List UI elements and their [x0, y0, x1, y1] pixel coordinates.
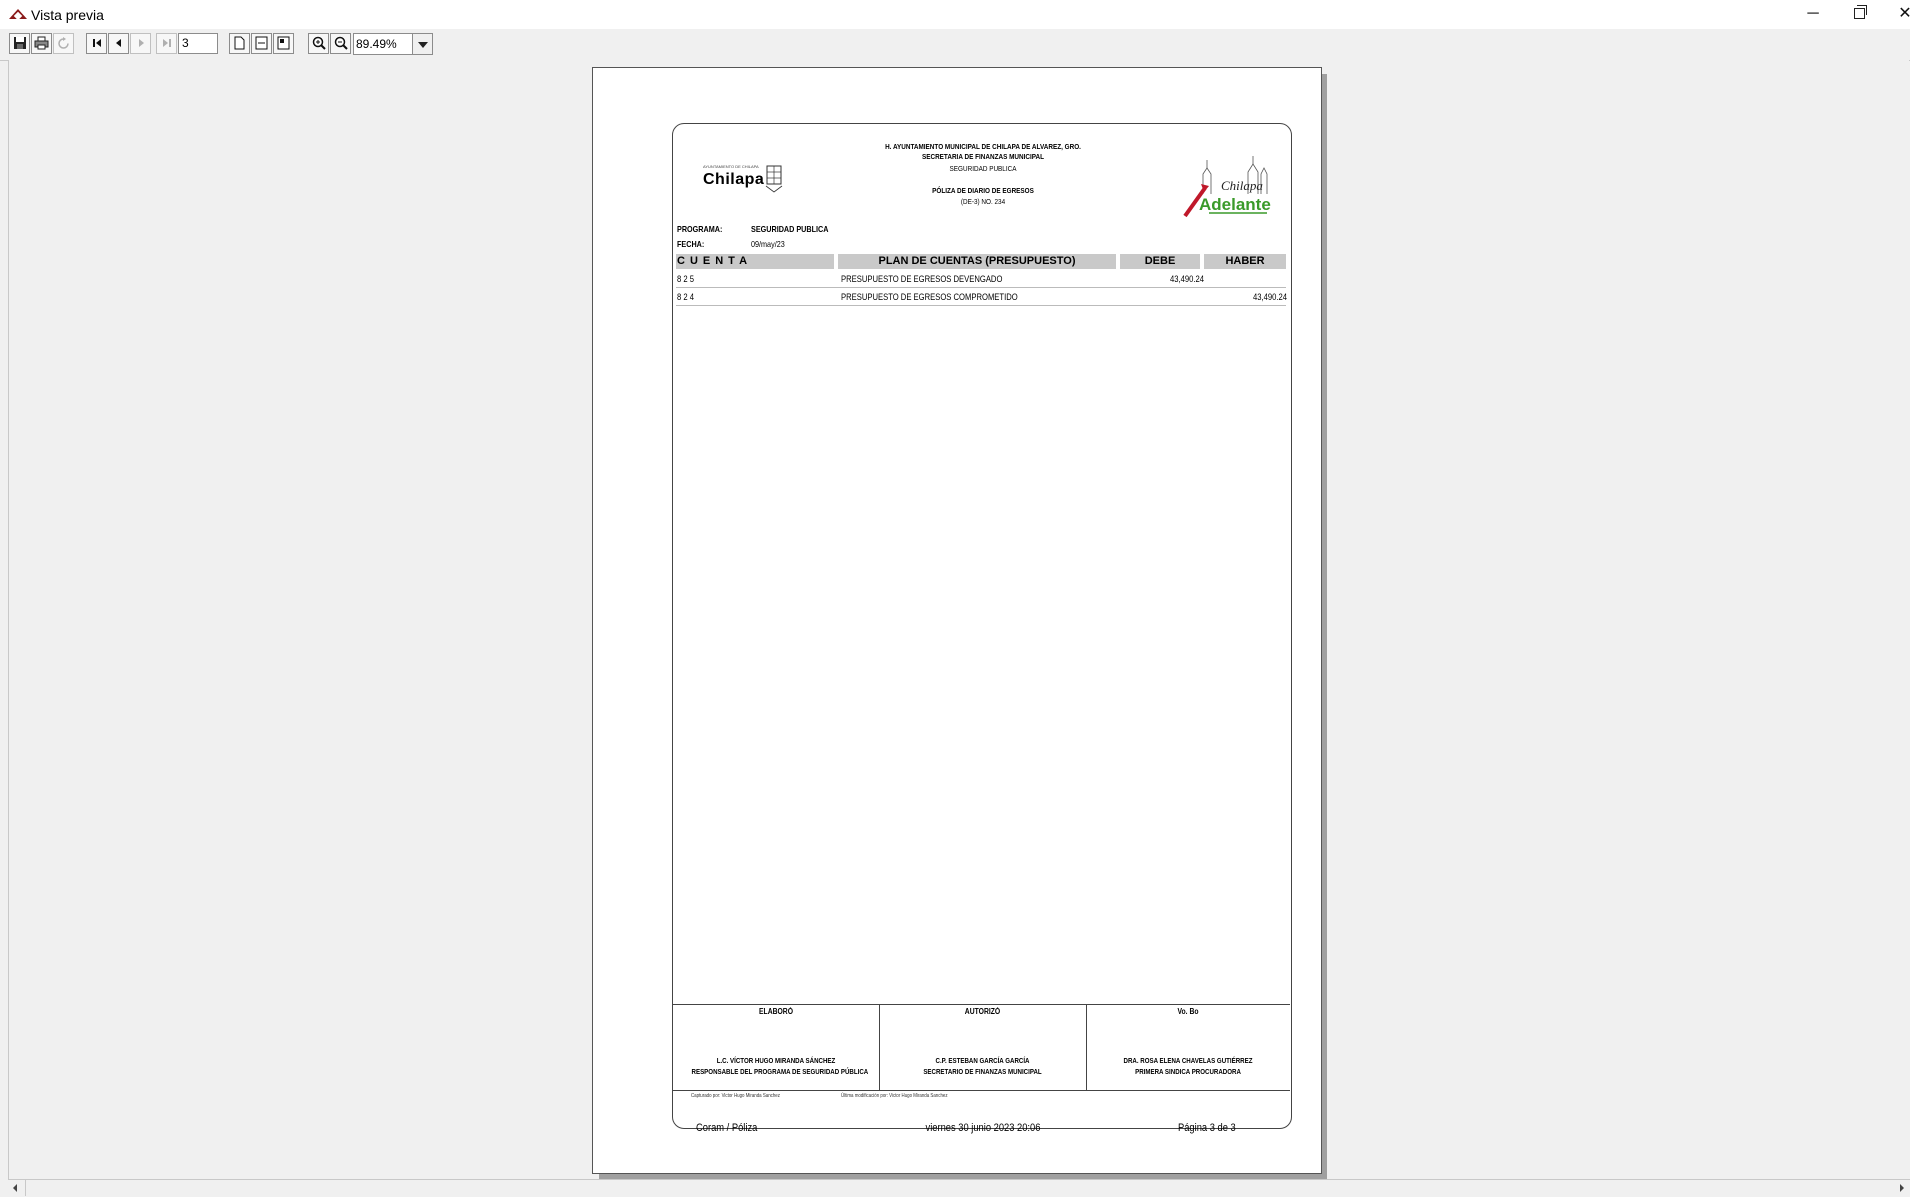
refresh-button[interactable]: [53, 33, 74, 54]
signature-position: PRIMERA SINDICA PROCURADORA: [1135, 1067, 1241, 1076]
row-plan: PRESUPUESTO DE EGRESOS DEVENGADO: [841, 274, 1003, 284]
programa-label: PROGRAMA:: [677, 224, 723, 234]
col-header-debe: DEBE: [1120, 254, 1200, 269]
header-line-5: (DE-3) NO. 234: [960, 197, 1006, 206]
header-line-2: SECRETARIA DE FINANZAS MUNICIPAL: [921, 152, 1045, 161]
signature-role: AUTORIZÓ: [964, 1007, 1001, 1016]
zoom-out-button[interactable]: [330, 33, 351, 54]
scroll-track[interactable]: [25, 1180, 1893, 1196]
signature-name: L.C. VÍCTOR HUGO MIRANDA SÁNCHEZ: [716, 1056, 836, 1065]
window-title: Vista previa: [31, 7, 104, 23]
signature-elaboro: ELABORÓ L.C. VÍCTOR HUGO MIRANDA SÁNCHEZ…: [673, 1004, 879, 1090]
save-button[interactable]: [9, 33, 30, 54]
row-debe: 43,490.24: [1169, 274, 1204, 284]
page-width-button[interactable]: [251, 33, 272, 54]
scroll-right-button[interactable]: [1893, 1180, 1910, 1196]
signature-bottom-border: [673, 1090, 1290, 1091]
single-page-icon: [234, 36, 245, 50]
whole-page-button[interactable]: [273, 33, 294, 54]
row-cuenta: 8 2 4: [677, 292, 695, 302]
last-page-icon: [162, 39, 171, 47]
footer-center: viernes 30 junio 2023 20:06: [925, 1122, 1041, 1134]
save-icon: [13, 37, 26, 49]
minimize-button[interactable]: ─: [1790, 0, 1836, 29]
modified-by-text: Última modificación por: Victor Hugo Mir…: [841, 1093, 948, 1099]
signature-position: SECRETARIO DE FINANZAS MUNICIPAL: [923, 1067, 1042, 1076]
signature-vobo: Vo. Bo DRA. ROSA ELENA CHAVELAS GUTIÉRRE…: [1086, 1004, 1290, 1090]
row-plan: PRESUPUESTO DE EGRESOS COMPROMETIDO: [841, 292, 1018, 302]
fecha-value: 09/may/23: [751, 239, 785, 249]
zoom-in-icon: [312, 36, 326, 50]
single-page-button[interactable]: [229, 33, 250, 54]
next-page-button[interactable]: [130, 33, 151, 54]
restore-button[interactable]: [1836, 0, 1882, 29]
row-divider: [676, 287, 1286, 288]
zoom-dropdown-button[interactable]: [412, 33, 433, 55]
captured-by-text: Capturado por: Victor Hugo Miranda Sanch…: [691, 1093, 780, 1099]
previous-page-button[interactable]: [108, 33, 129, 54]
toolbar: 3 89.49%: [0, 29, 1910, 61]
logo-left-caption: AYUNTAMIENTO DE CHILAPA: [703, 164, 759, 169]
fecha-label: FECHA:: [677, 239, 705, 249]
app-icon: [9, 9, 27, 19]
last-page-button[interactable]: [156, 33, 177, 54]
row-divider: [676, 305, 1286, 306]
row-cuenta: 8 2 5: [677, 274, 695, 284]
scroll-left-button[interactable]: [8, 1180, 25, 1196]
col-header-haber: HABER: [1204, 254, 1286, 269]
report-frame: H. AYUNTAMIENTO MUNICIPAL DE CHILAPA DE …: [672, 123, 1292, 1129]
zoom-out-icon: [334, 36, 348, 50]
logo-right-top-text: Chilapa: [1221, 178, 1263, 193]
header-line-4: PÓLIZA DE DIARIO DE EGRESOS: [932, 186, 1034, 195]
close-button[interactable]: ✕: [1882, 0, 1910, 29]
print-button[interactable]: [31, 33, 52, 54]
col-header-cuenta: CUENTA: [676, 254, 834, 269]
horizontal-scrollbar[interactable]: [8, 1179, 1910, 1197]
footer-left: Coram / Póliza: [696, 1122, 758, 1134]
header-line-1: H. AYUNTAMIENTO MUNICIPAL DE CHILAPA DE …: [885, 142, 1081, 151]
col-header-plan: PLAN DE CUENTAS (PRESUPUESTO): [838, 254, 1116, 269]
programa-value: SEGURIDAD PUBLICA: [751, 224, 829, 234]
page-number-input[interactable]: 3: [178, 33, 218, 54]
signature-position: RESPONSABLE DEL PROGRAMA DE SEGURIDAD PÚ…: [691, 1067, 869, 1076]
row-haber: 43,490.24: [1252, 292, 1287, 302]
refresh-icon: [58, 37, 69, 49]
signature-autorizo: AUTORIZÓ C.P. ESTEBAN GARCÍA GARCÍA SECR…: [879, 1004, 1086, 1090]
report-page: H. AYUNTAMIENTO MUNICIPAL DE CHILAPA DE …: [592, 67, 1322, 1174]
first-page-icon: [92, 39, 101, 47]
first-page-button[interactable]: [86, 33, 107, 54]
restore-icon: [1853, 5, 1867, 19]
logo-right-bottom-text: Adelante: [1199, 195, 1271, 214]
title-bar: Vista previa ─ ✕: [0, 0, 1910, 29]
logo-left-name: Chilapa: [703, 171, 765, 188]
page-width-icon: [255, 36, 268, 50]
signature-name: DRA. ROSA ELENA CHAVELAS GUTIÉRREZ: [1123, 1056, 1253, 1065]
header-line-3: SEGURIDAD PUBLICA: [949, 164, 1017, 173]
whole-page-icon: [277, 36, 290, 50]
signature-role: ELABORÓ: [759, 1007, 793, 1016]
crest-icon: [765, 165, 783, 193]
next-page-icon: [138, 39, 144, 47]
footer-page-number: Página 3 de 3: [1178, 1122, 1236, 1134]
chilapa-adelante-logo: Chilapa Adelante: [1183, 156, 1271, 218]
signature-name: C.P. ESTEBAN GARCÍA GARCÍA: [935, 1056, 1030, 1065]
printer-icon: [34, 36, 49, 50]
signature-role: Vo. Bo: [1177, 1007, 1199, 1016]
previous-page-icon: [115, 39, 121, 47]
zoom-in-button[interactable]: [308, 33, 329, 54]
